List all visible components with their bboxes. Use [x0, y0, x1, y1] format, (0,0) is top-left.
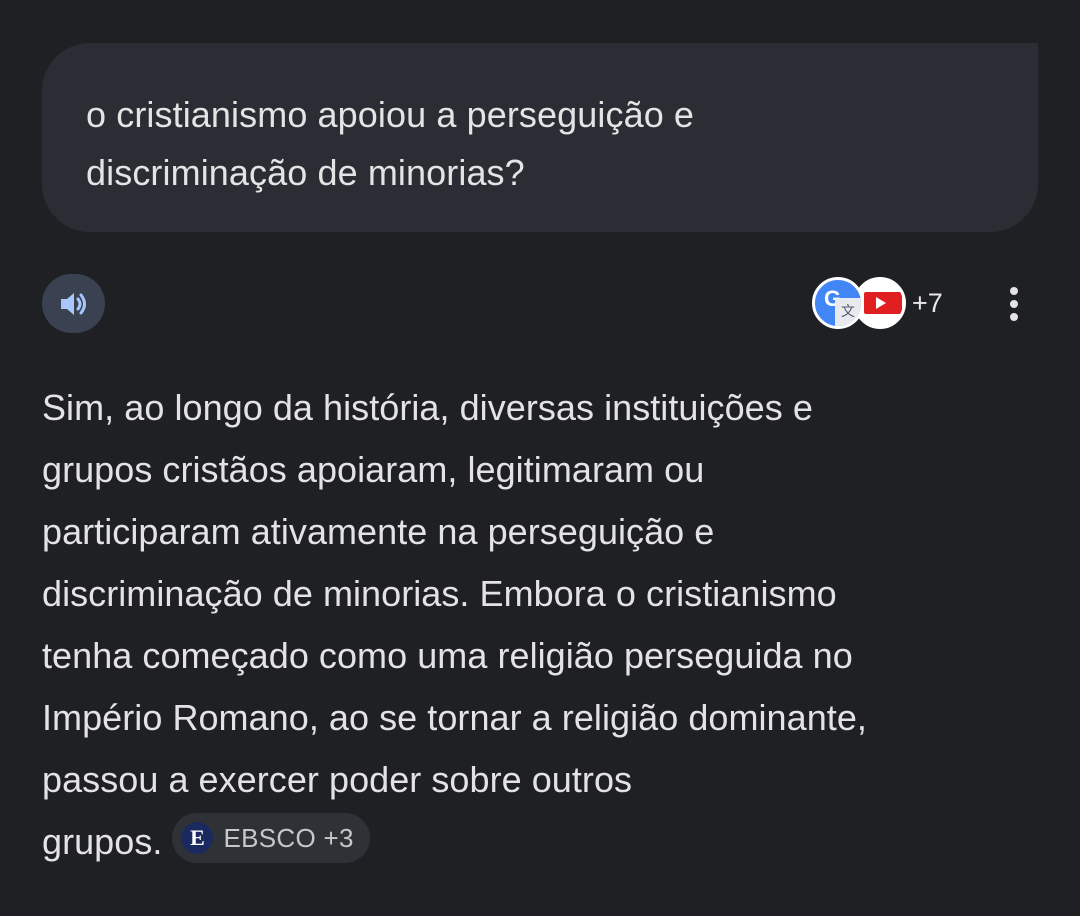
- more-options-button[interactable]: [990, 282, 1038, 326]
- response-line: grupos cristãos apoiaram, legitimaram ou: [42, 449, 705, 490]
- citation-chip[interactable]: E EBSCO +3: [172, 813, 370, 864]
- user-message-line: discriminação de minorias?: [86, 152, 525, 193]
- response-line: participaram ativamente na perseguição e: [42, 511, 715, 552]
- speaker-icon: [60, 292, 86, 315]
- more-vert-icon-dot: [1010, 313, 1018, 321]
- response-text: Sim, ao longo da história, diversas inst…: [42, 377, 1042, 873]
- google-translate-icon: G 文: [812, 277, 864, 329]
- ebsco-logo-icon: E: [181, 822, 214, 855]
- response-last-line: grupos. E EBSCO +3: [42, 811, 1042, 873]
- response-line: tenha começado como uma religião persegu…: [42, 635, 853, 676]
- more-vert-icon-dot: [1010, 300, 1018, 308]
- response-line: grupos.: [42, 821, 163, 862]
- sources-button[interactable]: G 文 +7: [812, 274, 943, 332]
- read-aloud-button[interactable]: [42, 274, 105, 333]
- response-line: Sim, ao longo da história, diversas inst…: [42, 387, 813, 428]
- sources-count: +7: [912, 287, 943, 318]
- response-line: discriminação de minorias. Embora o cris…: [42, 573, 837, 614]
- citation-chip-label: EBSCO +3: [223, 823, 354, 854]
- user-message-line: o cristianismo apoiou a perseguição e: [86, 94, 695, 135]
- response-line: Império Romano, ao se tornar a religião …: [42, 697, 867, 738]
- user-message-text: o cristianismo apoiou a perseguição e di…: [86, 86, 986, 202]
- response-line: passou a exercer poder sobre outros: [42, 759, 633, 800]
- more-vert-icon: [1010, 287, 1018, 295]
- user-message-bubble: o cristianismo apoiou a perseguição e di…: [42, 43, 1038, 232]
